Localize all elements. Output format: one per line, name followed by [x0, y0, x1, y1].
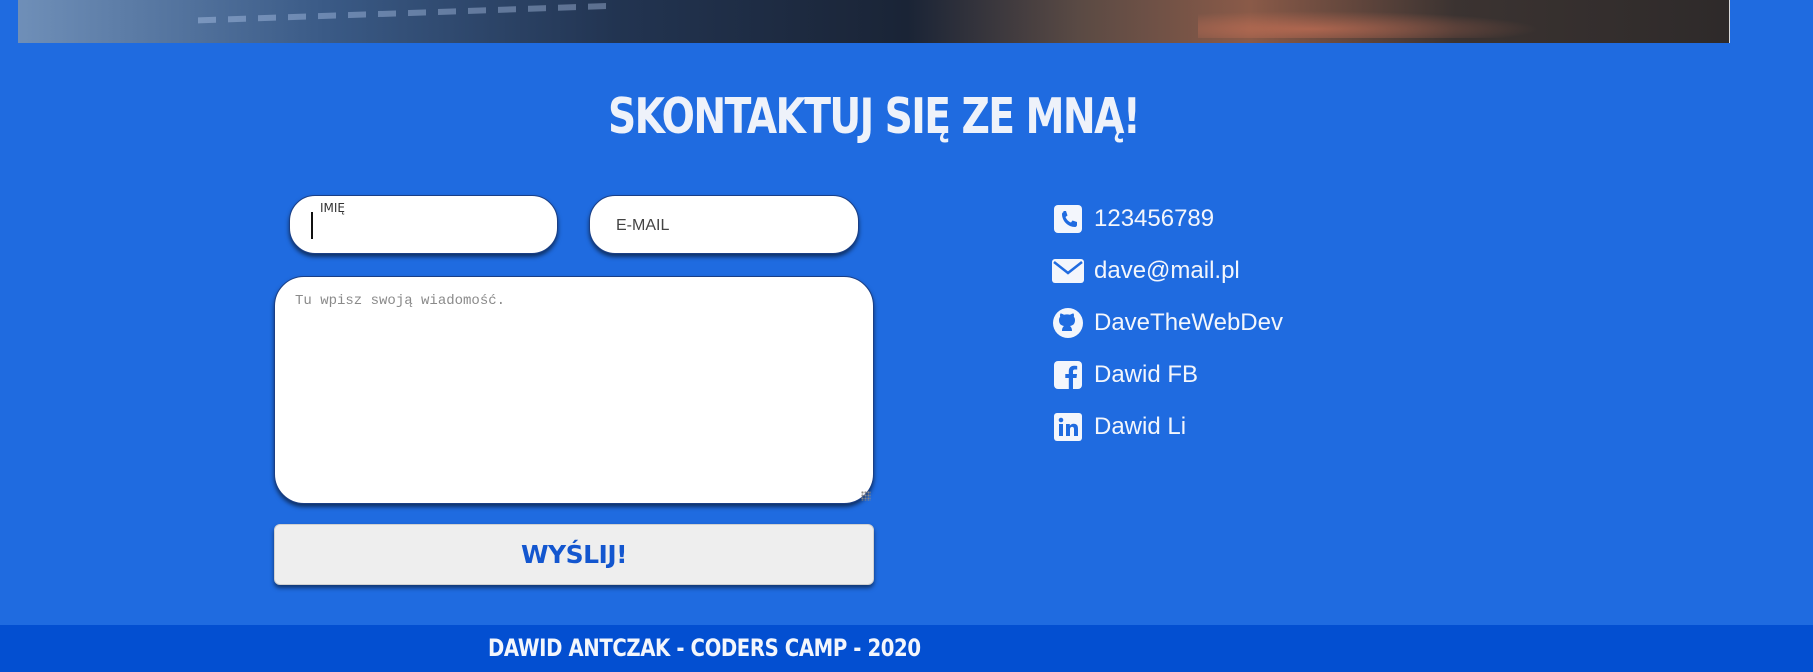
text-caret: [311, 212, 313, 239]
contact-facebook-text: Dawid FB: [1094, 361, 1199, 388]
facebook-icon: [1052, 359, 1084, 391]
email-placeholder: E-MAIL: [616, 217, 670, 234]
email-input[interactable]: E-MAIL: [589, 195, 859, 254]
name-label: IMIĘ: [320, 201, 346, 215]
contact-github[interactable]: DaveTheWebDev: [1052, 297, 1283, 349]
contact-title: SKONTAKTUJ SIĘ ZE MNĄ!: [608, 88, 1141, 145]
phone-icon: [1052, 203, 1084, 235]
contact-email-text: dave@mail.pl: [1094, 257, 1240, 284]
resize-grip-icon[interactable]: [861, 491, 871, 501]
name-input[interactable]: IMIĘ: [289, 195, 558, 254]
message-textarea[interactable]: Tu wpisz swoją wiadomość.: [274, 276, 874, 504]
contact-github-text: DaveTheWebDev: [1094, 309, 1283, 336]
contact-email[interactable]: dave@mail.pl: [1052, 245, 1283, 297]
send-button[interactable]: WYŚLIJ!: [274, 524, 874, 585]
contact-phone[interactable]: 123456789: [1052, 193, 1283, 245]
contact-linkedin-text: Dawid Li: [1094, 413, 1187, 440]
footer: DAWID ANTCZAK - CODERS CAMP - 2020: [0, 625, 1813, 672]
contact-list: 123456789 dave@mail.pl DaveTheWebDev Daw…: [1052, 193, 1283, 453]
contact-phone-text: 123456789: [1094, 205, 1215, 232]
github-icon: [1052, 307, 1084, 339]
contact-linkedin[interactable]: Dawid Li: [1052, 401, 1283, 453]
message-placeholder: Tu wpisz swoją wiadomość.: [295, 293, 506, 309]
footer-text: DAWID ANTCZAK - CODERS CAMP - 2020: [488, 634, 921, 662]
linkedin-icon: [1052, 411, 1084, 443]
hero-image: [18, 0, 1730, 43]
envelope-icon: [1052, 255, 1084, 287]
contact-facebook[interactable]: Dawid FB: [1052, 349, 1283, 401]
